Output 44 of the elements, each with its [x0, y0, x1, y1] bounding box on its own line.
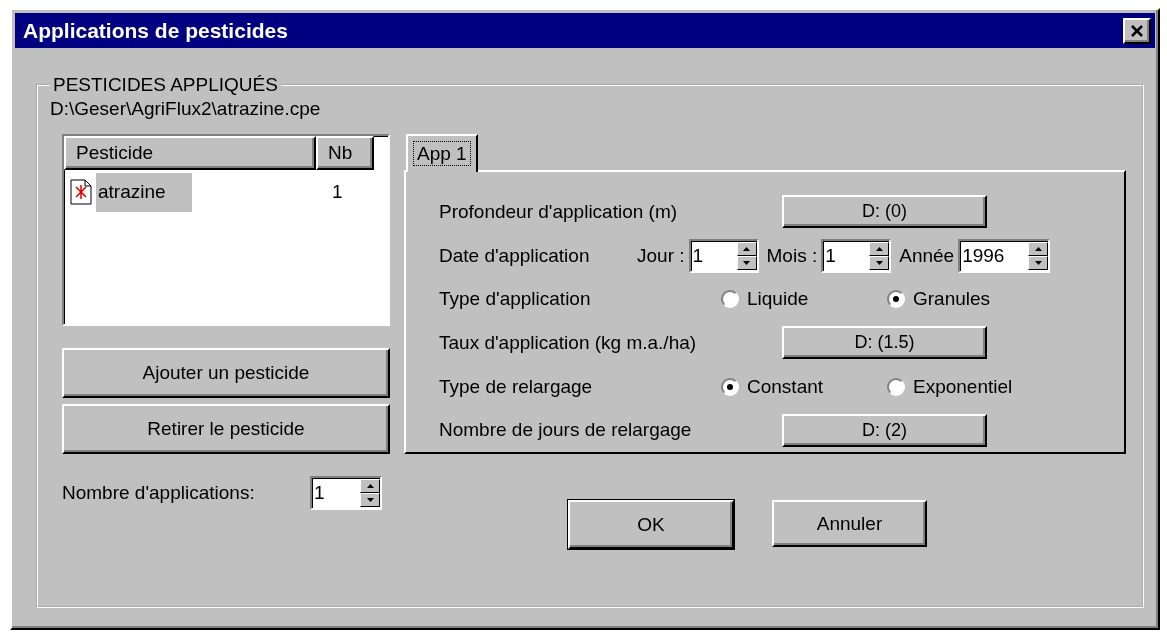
radio-icon[interactable]	[721, 377, 739, 396]
radio-option[interactable]: Exponentiel	[887, 375, 1053, 398]
spin-field[interactable]: 1	[821, 238, 892, 273]
value-button[interactable]: D: (2)	[782, 413, 987, 447]
value-button[interactable]: D: (1.5)	[782, 326, 987, 360]
field-label: Type d'application	[439, 288, 592, 311]
tab[interactable]: App 1	[406, 134, 478, 172]
date-part-label: Mois :	[766, 244, 818, 267]
field-label: Taux d'application (kg m.a./ha)	[439, 331, 698, 354]
radio-icon[interactable]	[721, 290, 739, 309]
column-header[interactable]: Pesticide	[64, 136, 316, 170]
spin-field[interactable]: 1	[310, 476, 382, 510]
radio-option[interactable]: Granules	[887, 288, 1053, 311]
dialog-button[interactable]: OK	[568, 500, 734, 549]
document-icon	[70, 179, 92, 205]
radio-option[interactable]: Constant	[721, 375, 887, 398]
spin-field[interactable]: 1996	[958, 238, 1051, 273]
close-button[interactable]	[1123, 17, 1151, 44]
date-part-label: Jour :	[637, 244, 685, 267]
column-header[interactable]: Nb	[316, 136, 374, 170]
date-part-label: Année	[899, 244, 955, 267]
list-count: 1	[332, 181, 343, 203]
spin-field[interactable]: 1	[688, 238, 759, 273]
list-item[interactable]: atrazine	[96, 172, 192, 212]
value-button[interactable]: D: (0)	[782, 195, 987, 229]
dialog-button[interactable]: Annuler	[772, 500, 927, 547]
file-path: D:\Geser\AgriFlux2\atrazine.cpe	[50, 98, 322, 120]
group-legend: PESTICIDES APPLIQUÉS	[50, 74, 281, 96]
list-button[interactable]: Ajouter un pesticide	[62, 348, 390, 398]
radio-icon[interactable]	[887, 377, 905, 396]
list-button[interactable]: Retirer le pesticide	[62, 404, 390, 454]
window-title: Applications de pesticides	[23, 18, 288, 43]
field-label: Type de relargage	[439, 375, 594, 398]
field-label: Profondeur d'application (m)	[439, 200, 679, 223]
spin-value: 1	[692, 244, 704, 267]
close-icon[interactable]	[1130, 24, 1144, 37]
radio-option[interactable]: Liquide	[721, 288, 887, 311]
spin-value: 1	[825, 244, 836, 267]
spin-value: 1	[314, 482, 325, 504]
field-label: Date d'application	[439, 244, 591, 267]
spin-value: 1996	[962, 244, 1005, 267]
field-label: Nombre de jours de relargage	[439, 419, 693, 442]
radio-icon[interactable]	[887, 290, 905, 309]
count-label: Nombre d'applications:	[62, 482, 256, 504]
